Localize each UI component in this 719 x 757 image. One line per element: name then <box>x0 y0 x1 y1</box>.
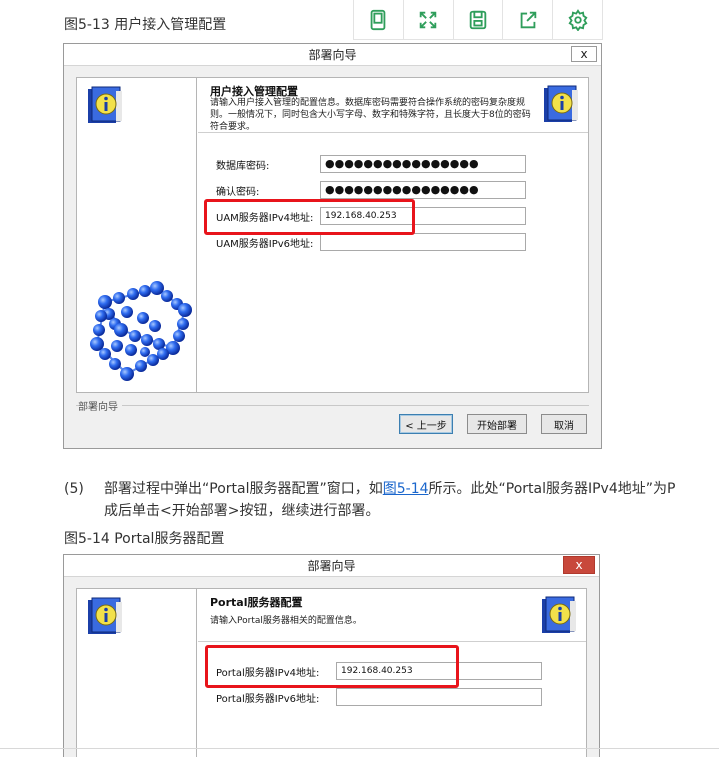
section-description: 请输入用户接入管理的配置信息。数据库密码需要符合操作系统的密码复杂度规则。一般情… <box>210 98 531 132</box>
confirm-password-input[interactable]: ●●●●●●●●●●●●●●●● <box>320 181 526 199</box>
info-book-icon <box>88 86 122 123</box>
gear-icon <box>568 8 588 31</box>
dialog-titlebar: 部署向导 x <box>64 44 601 66</box>
figure-caption: 图5-14 Portal服务器配置 <box>64 531 225 547</box>
figure-caption: 图5-13 用户接入管理配置 <box>64 17 227 33</box>
footer-label: 部署向导 <box>78 398 122 413</box>
tablet-view-button[interactable] <box>354 0 404 39</box>
save-icon <box>469 10 487 29</box>
expand-icon <box>419 11 437 28</box>
step-number: (5) <box>64 481 84 497</box>
fullscreen-button[interactable] <box>404 0 454 39</box>
divider <box>198 132 588 133</box>
uam-ipv6-input[interactable] <box>320 233 526 251</box>
field-label: 确认密码: <box>216 187 260 198</box>
deploy-wizard-dialog: 部署向导 x 用户接入管理配置 请输入用户接入管理的配置信息。数据库密码需要符合… <box>63 43 602 449</box>
info-book-icon <box>542 596 576 633</box>
wizard-side-panel <box>77 78 197 392</box>
wizard-form-panel: 用户接入管理配置 请输入用户接入管理的配置信息。数据库密码需要符合操作系统的密码… <box>198 78 588 392</box>
molecule-cube-image <box>90 281 192 381</box>
dialog-titlebar: 部署向导 x <box>64 555 599 577</box>
highlight-box <box>205 645 459 688</box>
field-label: 数据库密码: <box>216 161 270 172</box>
portal-ipv6-input[interactable] <box>336 688 542 706</box>
share-button[interactable] <box>503 0 554 39</box>
step-paragraph: (5) 部署过程中弹出“Portal服务器配置”窗口，如图5-14所示。此处“Po… <box>64 478 719 522</box>
info-book-icon <box>88 597 122 634</box>
divider <box>198 641 586 642</box>
field-label: UAM服务器IPv6地址: <box>216 239 314 250</box>
close-button[interactable]: x <box>563 556 595 574</box>
field-label: Portal服务器IPv6地址: <box>216 694 320 705</box>
wizard-side-panel <box>77 589 197 757</box>
figure-link[interactable]: 图5-14 <box>383 481 429 497</box>
share-icon <box>520 11 537 28</box>
db-password-input[interactable]: ●●●●●●●●●●●●●●●● <box>320 155 526 173</box>
page-bottom-divider <box>0 748 719 749</box>
floating-toolbar <box>353 0 603 40</box>
close-button[interactable]: x <box>571 46 597 62</box>
cancel-button[interactable]: 取消 <box>541 414 587 434</box>
dialog-title: 部署向导 <box>307 559 356 573</box>
paragraph-text: 所示。此处“Portal服务器IPv4地址”为P <box>428 481 676 497</box>
highlight-box <box>204 199 415 235</box>
save-button[interactable] <box>454 0 504 39</box>
settings-button[interactable] <box>553 0 602 39</box>
info-book-icon <box>544 85 578 122</box>
tablet-icon <box>371 9 386 30</box>
paragraph-text: 成后单击<开始部署>按钮，继续进行部署。 <box>104 503 380 519</box>
start-deploy-button[interactable]: 开始部署 <box>467 414 527 434</box>
dialog-title: 部署向导 <box>308 48 357 62</box>
wizard-content: 用户接入管理配置 请输入用户接入管理的配置信息。数据库密码需要符合操作系统的密码… <box>76 77 589 393</box>
section-title: Portal服务器配置 <box>210 596 303 609</box>
previous-button[interactable]: < 上一步 <box>399 414 453 434</box>
paragraph-text: 部署过程中弹出“Portal服务器配置”窗口，如 <box>104 481 383 497</box>
section-description: 请输入Portal服务器相关的配置信息。 <box>210 616 362 626</box>
footer-divider <box>76 405 589 406</box>
